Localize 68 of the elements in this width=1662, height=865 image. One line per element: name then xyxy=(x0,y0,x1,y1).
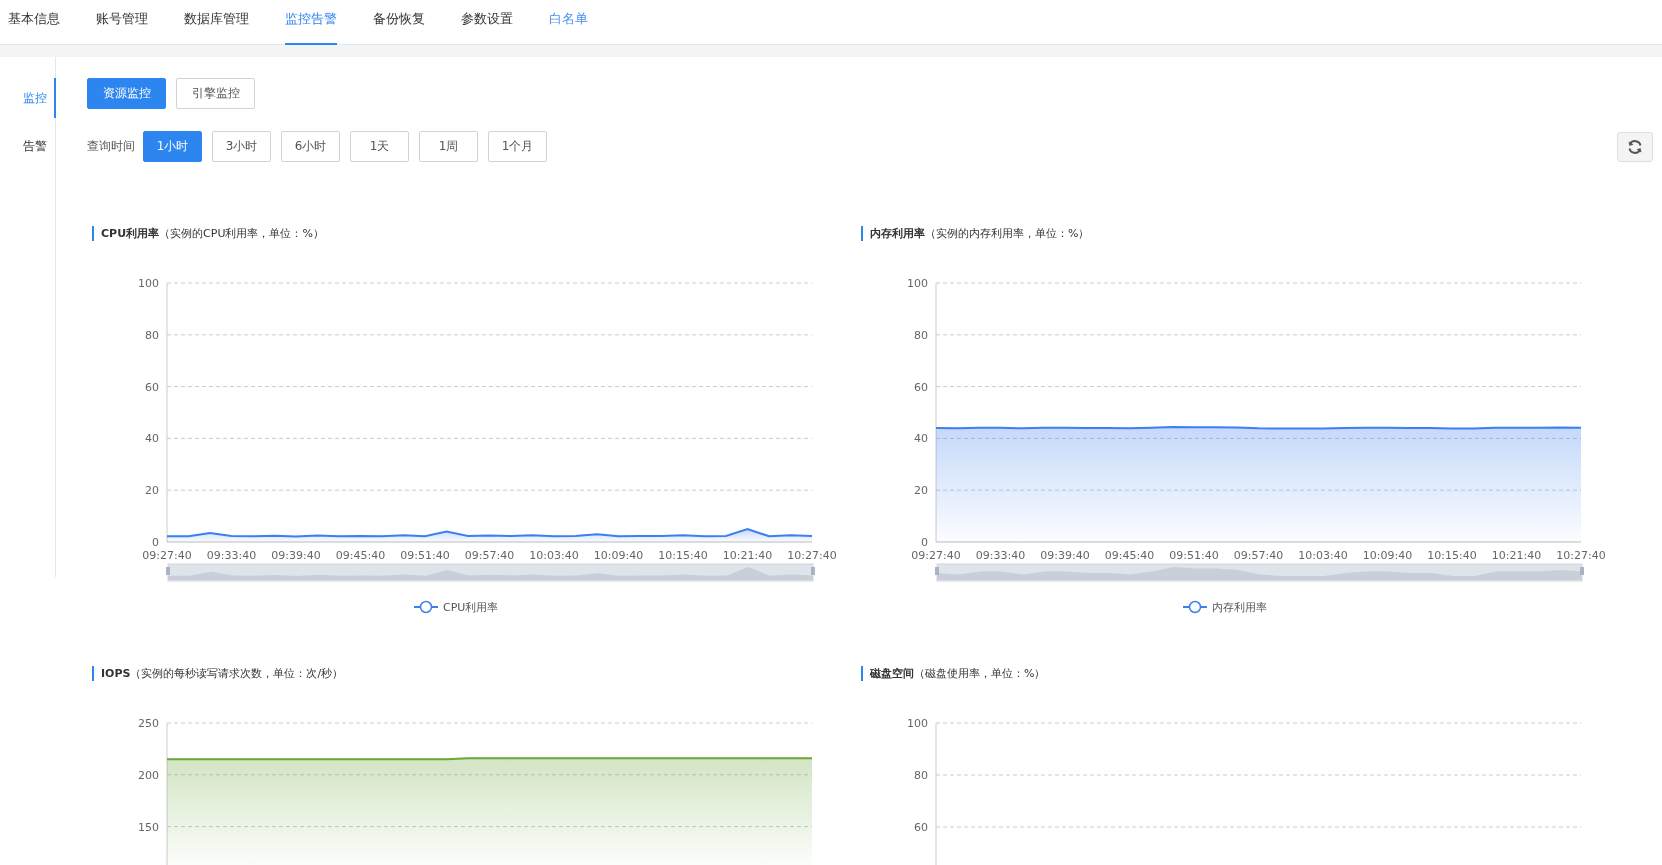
x-tick-label: 09:39:40 xyxy=(1040,549,1090,562)
x-tick-label: 10:09:40 xyxy=(1362,549,1413,562)
x-tick-label: 10:03:40 xyxy=(529,549,579,562)
y-tick-label: 0 xyxy=(921,536,928,549)
refresh-icon xyxy=(1627,138,1643,155)
sidebar-item[interactable]: 告警 xyxy=(0,126,56,166)
y-tick-label: 60 xyxy=(914,380,928,394)
monitor-type-button[interactable]: 资源监控 xyxy=(87,78,166,109)
y-tick-label: 20 xyxy=(914,484,928,498)
y-tick-label: 40 xyxy=(145,432,159,446)
x-tick-label: 10:15:40 xyxy=(1427,549,1477,562)
legend-label[interactable]: CPU利用率 xyxy=(443,601,499,614)
y-tick-label: 250 xyxy=(138,717,159,730)
time-range-button[interactable]: 1周 xyxy=(419,131,478,162)
nav-tab[interactable]: 数据库管理 xyxy=(184,0,249,45)
query-time-label: 查询时间 xyxy=(87,138,135,155)
nav-tab[interactable]: 备份恢复 xyxy=(373,0,425,45)
x-tick-label: 10:15:40 xyxy=(658,549,708,562)
time-range-button[interactable]: 1天 xyxy=(350,131,409,162)
x-tick-label: 09:57:40 xyxy=(1233,549,1284,562)
x-tick-label: 10:27:40 xyxy=(1556,549,1606,562)
nav-tab[interactable]: 账号管理 xyxy=(96,0,148,45)
x-tick-label: 10:03:40 xyxy=(1298,549,1348,562)
x-tick-label: 09:27:40 xyxy=(142,549,192,562)
time-range-button[interactable]: 1小时 xyxy=(143,131,202,162)
legend-line-icon xyxy=(1182,600,1208,614)
legend-line-icon xyxy=(413,600,439,614)
chart-title: 磁盘空间（磁盘使用率，单位：%） xyxy=(861,666,1046,681)
chart-title: CPU利用率（实例的CPU利用率，单位：%） xyxy=(92,226,324,241)
y-tick-label: 100 xyxy=(907,277,928,290)
y-tick-label: 100 xyxy=(138,277,159,290)
x-tick-label: 09:33:40 xyxy=(206,549,257,562)
refresh-button[interactable] xyxy=(1617,131,1653,162)
y-tick-label: 40 xyxy=(914,432,928,446)
y-tick-label: 60 xyxy=(914,821,928,834)
x-tick-label: 09:39:40 xyxy=(271,549,321,562)
y-tick-label: 80 xyxy=(145,328,159,342)
y-tick-label: 200 xyxy=(138,768,159,782)
chart-title: 内存利用率（实例的内存利用率，单位：%） xyxy=(861,226,1090,241)
y-tick-label: 150 xyxy=(138,820,159,834)
y-tick-label: 20 xyxy=(145,484,159,498)
legend-label[interactable]: 内存利用率 xyxy=(1212,601,1267,614)
zoom-slider[interactable] xyxy=(166,563,815,582)
x-tick-label: 09:51:40 xyxy=(1169,549,1219,562)
x-tick-label: 10:09:40 xyxy=(593,549,644,562)
x-tick-label: 09:27:40 xyxy=(911,549,961,562)
y-tick-label: 80 xyxy=(914,769,928,782)
x-tick-label: 09:51:40 xyxy=(400,549,450,562)
x-tick-label: 10:21:40 xyxy=(722,549,773,562)
nav-tab[interactable]: 参数设置 xyxy=(461,0,513,45)
zoom-slider[interactable] xyxy=(935,563,1584,582)
chart-title: IOPS（实例的每秒读写请求次数，单位：次/秒） xyxy=(92,666,344,681)
monitor-type-button[interactable]: 引擎监控 xyxy=(176,78,255,109)
x-tick-label: 10:21:40 xyxy=(1491,549,1542,562)
x-tick-label: 09:57:40 xyxy=(464,549,515,562)
time-range-button[interactable]: 6小时 xyxy=(281,131,340,162)
time-range-button[interactable]: 1个月 xyxy=(488,131,547,162)
x-tick-label: 09:45:40 xyxy=(1104,549,1155,562)
nav-tab[interactable]: 基本信息 xyxy=(8,0,60,45)
x-tick-label: 10:27:40 xyxy=(787,549,837,562)
x-tick-label: 09:33:40 xyxy=(975,549,1026,562)
y-tick-label: 80 xyxy=(914,328,928,342)
y-tick-label: 0 xyxy=(152,536,159,549)
time-range-button[interactable]: 3小时 xyxy=(212,131,271,162)
sidebar-item[interactable]: 监控 xyxy=(0,78,56,118)
x-tick-label: 09:45:40 xyxy=(335,549,386,562)
y-tick-label: 60 xyxy=(145,380,159,394)
y-tick-label: 100 xyxy=(907,717,928,730)
